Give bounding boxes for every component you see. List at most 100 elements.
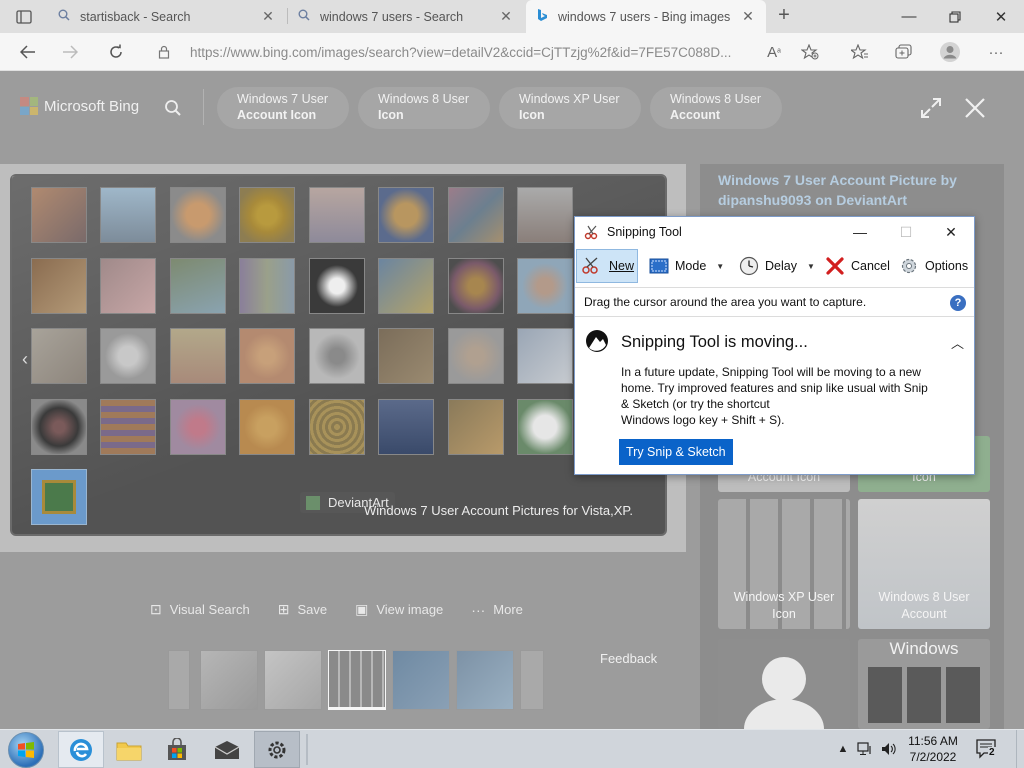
filmstrip-thumbnail[interactable] — [200, 650, 258, 710]
related-search-pill[interactable]: Windows 8 User Account — [650, 87, 782, 129]
previous-image-icon[interactable]: ‹ — [22, 349, 28, 370]
new-snip-button[interactable]: New — [576, 249, 638, 283]
volume-icon[interactable] — [880, 740, 898, 758]
related-search-pill[interactable]: Windows 8 User Icon — [358, 87, 490, 129]
options-button[interactable]: Options — [895, 249, 972, 283]
search-icon — [298, 9, 310, 24]
favorites-icon[interactable] — [846, 38, 874, 66]
pill-line2: Icon — [378, 108, 404, 122]
close-tab-icon[interactable]: ✕ — [260, 8, 276, 25]
deviantart-icon — [306, 495, 320, 510]
related-image-card[interactable]: Windows XP User Icon — [718, 499, 850, 629]
filmstrip-thumbnail[interactable] — [456, 650, 514, 710]
tab-bing-images[interactable]: windows 7 users - Bing images ✕ — [526, 0, 766, 33]
thumbnail-image — [31, 399, 87, 455]
read-aloud-icon[interactable]: Aᵃ — [760, 38, 788, 66]
save-button[interactable]: ⊞ Save — [278, 601, 327, 618]
taskbar-store-button[interactable] — [154, 731, 200, 768]
taskbar-settings-button[interactable] — [254, 731, 300, 768]
network-icon[interactable] — [856, 740, 874, 758]
viewer-header: Microsoft Bing Windows 7 User Account Ic… — [0, 71, 1024, 145]
help-icon[interactable]: ? — [950, 295, 966, 311]
snip-close-button[interactable]: ✕ — [928, 217, 974, 247]
clock-icon — [739, 256, 759, 276]
thumbnail-image — [309, 399, 365, 455]
lock-icon[interactable] — [150, 45, 178, 59]
notification-count-badge: 2 — [988, 747, 996, 758]
new-label: New — [609, 259, 635, 273]
taskbar-clock[interactable]: 11:56 AM 7/2/2022 — [900, 733, 966, 765]
view-image-button[interactable]: ▣ View image — [355, 601, 443, 618]
close-window-button[interactable]: ✕ — [978, 0, 1024, 33]
tab-windows-7-users-search[interactable]: windows 7 users - Search ✕ — [288, 0, 524, 33]
card-label-line: Windows 8 User — [878, 590, 970, 604]
more-button[interactable]: ··· More — [471, 601, 523, 618]
related-image-card[interactable]: Windows 8 User Account — [858, 499, 990, 629]
new-tab-button[interactable]: + — [772, 4, 796, 28]
filmstrip-thumbnail-current[interactable] — [328, 650, 386, 710]
bing-logo[interactable]: Microsoft Bing — [20, 97, 139, 115]
card-heading: Windows — [889, 639, 959, 658]
tab-startisback-search[interactable]: startisback - Search ✕ — [48, 0, 286, 33]
profile-avatar[interactable] — [936, 38, 964, 66]
search-icon — [58, 9, 70, 24]
related-image-card[interactable]: Windows — [858, 639, 990, 729]
snip-maximize-button[interactable]: ☐ — [883, 217, 929, 247]
bing-search-button[interactable] — [160, 95, 186, 121]
view-image-icon: ▣ — [355, 601, 369, 617]
notification-center-icon[interactable]: 2 — [976, 739, 998, 759]
minimize-button[interactable]: — — [886, 0, 932, 33]
chevron-up-icon[interactable]: ︿ — [951, 333, 964, 352]
taskbar-explorer-button[interactable] — [106, 731, 152, 768]
close-viewer-button[interactable] — [962, 95, 988, 121]
try-snip-sketch-button[interactable]: Try Snip & Sketch — [619, 439, 733, 465]
filmstrip-thumbnail[interactable] — [520, 650, 544, 710]
address-bar[interactable]: https://www.bing.com/images/search?view=… — [150, 37, 830, 67]
cancel-icon — [825, 256, 845, 276]
taskbar-edge-button[interactable] — [58, 731, 104, 768]
thumbnail-image — [309, 187, 365, 243]
related-search-pill[interactable]: Windows 7 User Account Icon — [217, 87, 349, 129]
mode-dropdown[interactable]: Mode ▼ — [645, 249, 728, 283]
expand-button[interactable] — [918, 95, 944, 121]
close-tab-icon[interactable]: ✕ — [498, 8, 514, 25]
moving-title: Snipping Tool is moving... — [621, 333, 808, 351]
more-menu-icon[interactable]: ··· — [982, 38, 1010, 66]
image-title-link[interactable]: Windows 7 User Account Picture by dipans… — [718, 170, 978, 210]
feedback-link[interactable]: Feedback — [600, 651, 657, 666]
cancel-label: Cancel — [851, 259, 890, 273]
taskbar-mail-button[interactable] — [204, 731, 250, 768]
image-caption[interactable]: Windows 7 User Account Pictures for Vist… — [364, 503, 633, 518]
delay-dropdown[interactable]: Delay ▼ — [735, 249, 819, 283]
forward-button[interactable] — [56, 38, 84, 66]
restore-button[interactable] — [932, 0, 978, 33]
refresh-button[interactable] — [102, 38, 130, 66]
filmstrip-thumbnail[interactable] — [264, 650, 322, 710]
body-line: home. Try improved features and snip lik… — [621, 381, 928, 395]
clock-time: 11:56 AM — [908, 734, 958, 748]
tab-title: windows 7 users - Bing images — [558, 9, 731, 24]
visual-search-button[interactable]: ⊡ Visual Search — [150, 601, 250, 618]
moving-notice-header[interactable]: Snipping Tool is moving... — [585, 329, 808, 356]
thumbnail-image — [309, 258, 365, 314]
close-tab-icon[interactable]: ✕ — [740, 8, 756, 25]
collections-icon[interactable] — [890, 38, 918, 66]
filmstrip-thumbnail[interactable] — [168, 650, 190, 710]
add-favorite-icon[interactable] — [796, 38, 824, 66]
show-hidden-icons-icon[interactable]: ▲ — [834, 740, 852, 758]
store-icon — [168, 737, 186, 760]
snip-minimize-button[interactable]: — — [837, 217, 883, 247]
tab-actions-button[interactable] — [6, 4, 42, 30]
thumbnail-image — [378, 187, 434, 243]
filmstrip-thumbnail[interactable] — [392, 650, 450, 710]
related-search-pill[interactable]: Windows XP User Icon — [499, 87, 641, 129]
cancel-snip-button[interactable]: Cancel — [821, 249, 894, 283]
related-image-card[interactable] — [718, 639, 850, 729]
body-line: Windows logo key + Shift + S). — [621, 413, 785, 427]
pill-line1: Windows 8 User — [378, 92, 469, 106]
back-button[interactable] — [14, 38, 42, 66]
show-desktop-button[interactable] — [1016, 730, 1024, 768]
start-button[interactable] — [8, 732, 44, 768]
close-icon — [965, 98, 985, 118]
thumbnail-image — [239, 399, 295, 455]
